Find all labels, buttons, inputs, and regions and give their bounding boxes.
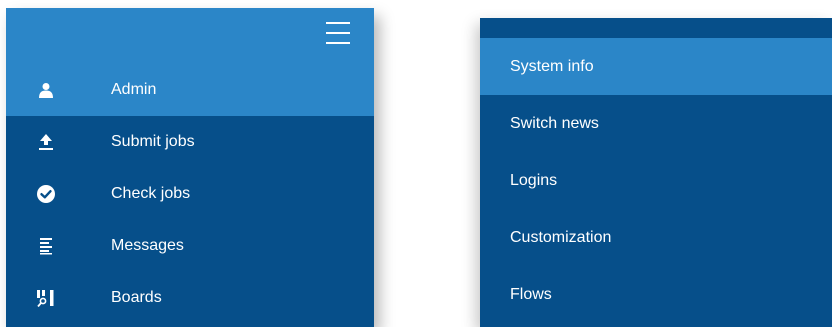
sidebar-item-label: Admin bbox=[111, 81, 157, 98]
sidebar-item-check-jobs[interactable]: Check jobs bbox=[6, 168, 374, 220]
sidebar-item-submit-jobs[interactable]: Submit jobs bbox=[6, 116, 374, 168]
sidebar-item-admin[interactable]: Admin bbox=[6, 64, 374, 116]
hamburger-menu-icon[interactable] bbox=[326, 22, 350, 44]
main-sidebar: Admin Submit jobs Check jobs Messages Bo… bbox=[6, 8, 374, 327]
sidebar-item-label: Check jobs bbox=[111, 185, 191, 202]
submenu-item-switch-news[interactable]: Switch news bbox=[480, 95, 832, 152]
submenu-item-logins[interactable]: Logins bbox=[480, 152, 832, 209]
sidebar-item-label: Submit jobs bbox=[111, 133, 195, 150]
submenu-item-label: Customization bbox=[510, 228, 612, 246]
submenu-item-label: Flows bbox=[510, 285, 552, 303]
boards-icon bbox=[36, 288, 56, 308]
user-icon bbox=[36, 80, 56, 100]
sidebar-header bbox=[6, 8, 374, 64]
sidebar-item-boards[interactable]: Boards bbox=[6, 272, 374, 324]
submenu-item-label: System info bbox=[510, 57, 594, 75]
check-circle-icon bbox=[36, 184, 56, 204]
submenu-item-customization[interactable]: Customization bbox=[480, 209, 832, 266]
sidebar-item-messages[interactable]: Messages bbox=[6, 220, 374, 272]
submenu-panel: System info Switch news Logins Customiza… bbox=[480, 18, 832, 327]
messages-icon bbox=[36, 236, 56, 256]
submenu-item-label: Switch news bbox=[510, 114, 599, 132]
sidebar-item-label: Boards bbox=[111, 289, 162, 306]
upload-icon bbox=[36, 132, 56, 152]
sidebar-item-label: Messages bbox=[111, 237, 184, 254]
submenu-item-flows[interactable]: Flows bbox=[480, 266, 832, 323]
submenu-item-label: Logins bbox=[510, 171, 558, 189]
submenu-top-bar bbox=[480, 18, 832, 38]
submenu-item-system-info[interactable]: System info bbox=[480, 38, 832, 95]
